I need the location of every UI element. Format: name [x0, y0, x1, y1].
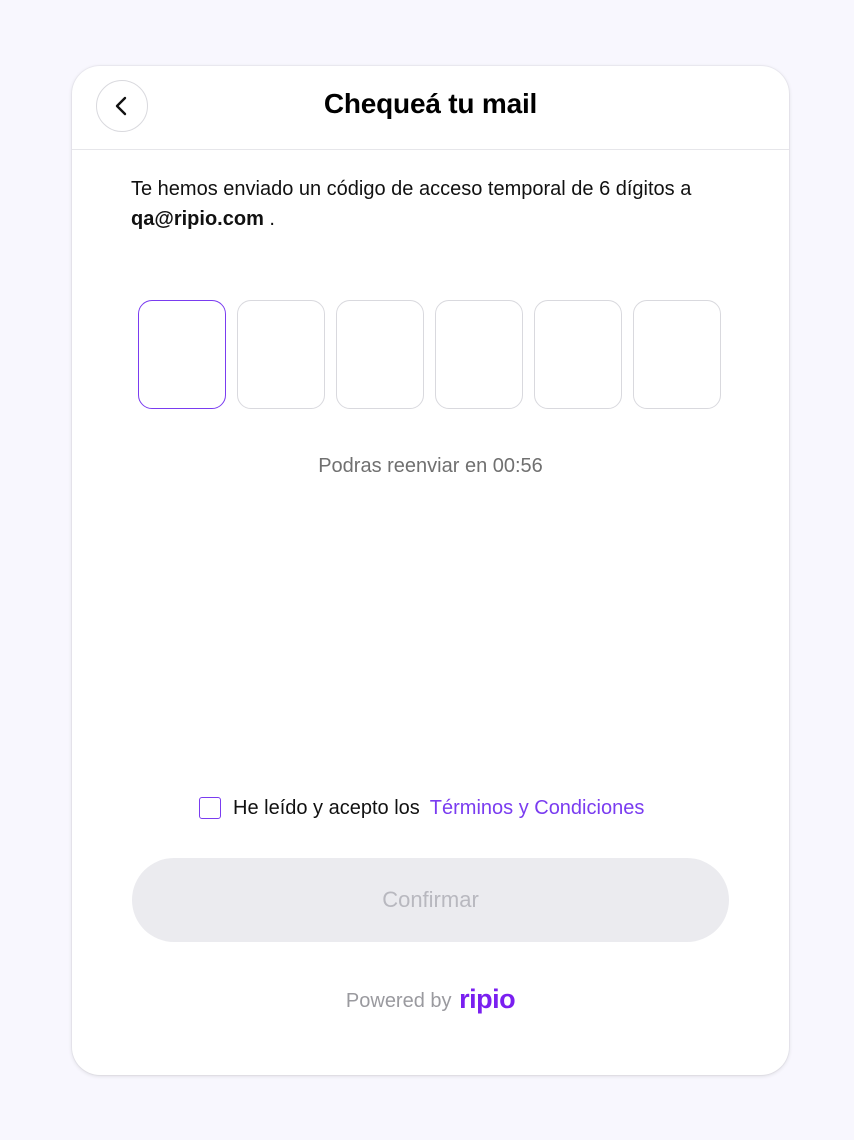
terms-label: He leído y acepto los	[233, 796, 420, 819]
ripio-logo: ripio	[459, 984, 516, 1014]
card-header: Chequeá tu mail	[72, 66, 789, 150]
code-digit-2[interactable]	[237, 300, 325, 409]
page-title: Chequeá tu mail	[323, 88, 538, 119]
code-digit-5[interactable]	[534, 300, 622, 409]
verification-card: Chequeá tu mail Te hemos enviado un códi…	[72, 66, 789, 1075]
instruction-text: Te hemos enviado un código de acceso tem…	[131, 174, 741, 234]
code-digit-1[interactable]	[138, 300, 226, 409]
powered-by-label: Powered by	[345, 990, 452, 1012]
powered-by: Powered by ripio	[72, 984, 789, 1015]
instruction-message: Te hemos enviado un código de acceso tem…	[131, 178, 692, 200]
terms-link[interactable]: Términos y Condiciones	[430, 797, 645, 820]
terms-row: He leído y acepto los Términos y Condici…	[199, 794, 644, 822]
terms-checkbox[interactable]	[199, 797, 221, 819]
code-digit-4[interactable]	[435, 300, 523, 409]
code-digit-6[interactable]	[633, 300, 721, 409]
resend-countdown: Podras reenviar en 00:56	[318, 455, 543, 477]
code-digit-3[interactable]	[336, 300, 424, 409]
instruction-suffix: .	[263, 208, 275, 230]
confirm-button[interactable]: Confirmar	[132, 858, 729, 942]
code-input-group	[138, 300, 724, 411]
recipient-email: qa@ripio.com	[131, 208, 264, 230]
